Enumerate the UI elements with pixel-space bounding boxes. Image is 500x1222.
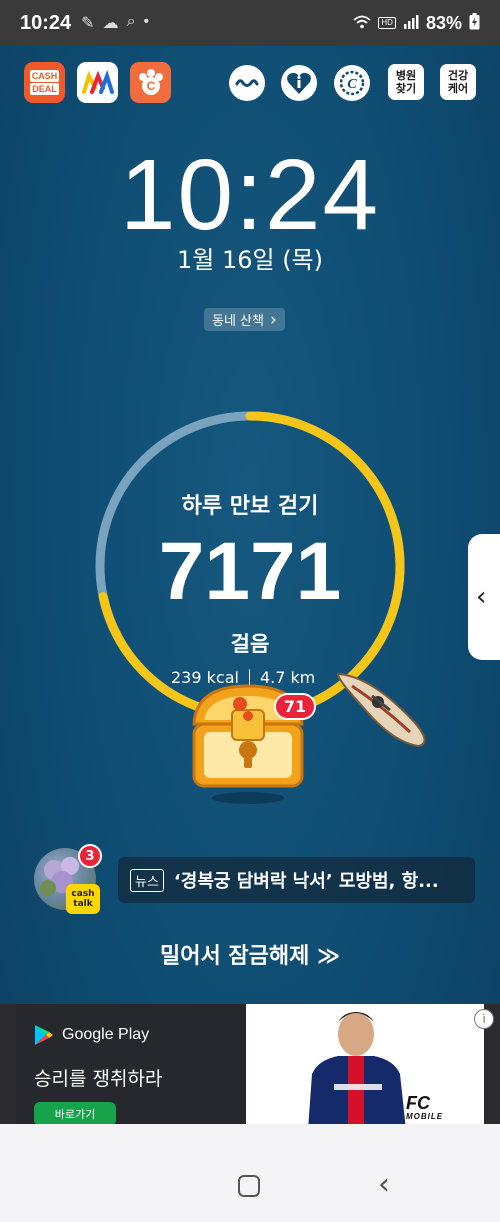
- cashtalk-count-badge: 3: [78, 844, 102, 868]
- notification-icon: ✎: [81, 15, 95, 32]
- home-button-icon[interactable]: [238, 1175, 260, 1197]
- paw-app-icon[interactable]: C: [130, 62, 171, 103]
- ad-info-icon[interactable]: i: [474, 1009, 494, 1029]
- status-notification-icons: ✎ ☁ ⌕ •: [81, 13, 149, 33]
- lock-screen: 10:24 ✎ ☁ ⌕ • HD 83% CASH DEAL C C 병원 찾기…: [0, 0, 500, 1222]
- lock-clock-text: 10:24: [119, 139, 381, 251]
- chevron-right-icon: ›: [269, 309, 277, 330]
- cloud-icon: ☁: [102, 15, 119, 32]
- svg-text:C: C: [347, 77, 357, 92]
- side-panel-handle[interactable]: ‹: [468, 534, 500, 660]
- cashdeal-label-1: CASH: [29, 70, 60, 82]
- surfboard-decoration-icon: [336, 672, 426, 748]
- cashtalk-tag: cash talk: [66, 884, 100, 914]
- hd-voice-icon: HD: [378, 17, 396, 29]
- hospital-finder-button[interactable]: 병원 찾기: [388, 64, 424, 100]
- pedometer-title: 하루 만보 걷기: [181, 494, 319, 519]
- cashdeal-app-icon[interactable]: CASH DEAL: [24, 62, 65, 103]
- battery-percent: 83%: [425, 12, 462, 33]
- heart-info-icon[interactable]: [281, 65, 317, 101]
- status-bar: 10:24 ✎ ☁ ⌕ • HD 83%: [0, 0, 500, 46]
- ad-cta-button[interactable]: 바로가기: [34, 1102, 116, 1126]
- google-play-label: Google Play: [62, 1026, 150, 1043]
- fc-mobile-logo: FC MOBILE: [406, 1094, 444, 1124]
- swipe-to-unlock[interactable]: 밀어서 잠금해제 ≫: [0, 938, 500, 970]
- news-ticker[interactable]: 뉴스 ‘경복궁 담벼락 낙서’ 모방범, 항...: [118, 857, 475, 903]
- walk-chip-label: 동네 산책: [212, 314, 264, 329]
- cat-face-icon[interactable]: [229, 65, 265, 101]
- signal-icon: [403, 14, 419, 32]
- status-time: 10:24: [20, 11, 72, 34]
- news-headline: ‘경복궁 담벼락 낙서’ 모방범, 항...: [173, 871, 439, 892]
- neighborhood-walk-chip[interactable]: 동네 산책 ›: [204, 308, 285, 331]
- fc-logo-sub: MOBILE: [406, 1112, 444, 1121]
- chest-count-badge: 71: [274, 693, 316, 720]
- news-tag: 뉴스: [130, 868, 164, 892]
- google-play-row: Google Play: [34, 1024, 149, 1046]
- soccer-player-image: [308, 1012, 406, 1130]
- back-button-icon[interactable]: ‹: [378, 1170, 390, 1200]
- search-icon: ⌕: [126, 13, 136, 30]
- svg-text:C: C: [146, 79, 155, 93]
- cashdeal-label-2: DEAL: [29, 83, 60, 95]
- navigation-bar: [0, 1124, 500, 1222]
- status-right: HD 83%: [353, 13, 480, 34]
- ad-headline: 승리를 쟁취하라: [34, 1068, 163, 1090]
- step-unit: 걸음: [230, 632, 270, 656]
- wifi-icon: [353, 15, 371, 32]
- google-play-icon: [35, 1025, 53, 1045]
- mm-app-icon[interactable]: [77, 62, 118, 103]
- step-count: 7171: [158, 526, 342, 617]
- lock-clock: 10:24: [0, 138, 500, 253]
- health-care-button[interactable]: 건강 케어: [440, 64, 476, 100]
- chevron-left-icon: ‹: [476, 582, 487, 612]
- coin-c-icon[interactable]: C: [334, 65, 370, 101]
- lock-date: 1월 16일 (목): [176, 246, 324, 274]
- battery-icon: [469, 13, 480, 33]
- dot-icon: •: [143, 13, 150, 30]
